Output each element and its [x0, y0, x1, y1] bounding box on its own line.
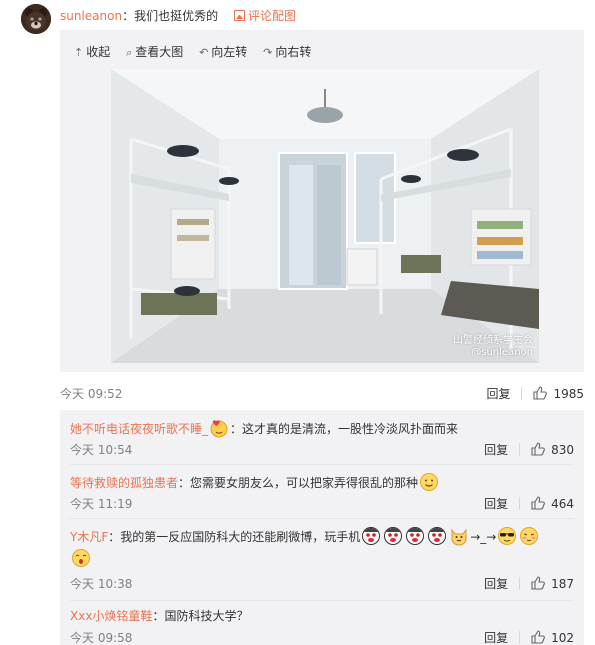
- thumb-up-icon: [531, 442, 545, 456]
- comment-actions: 回复 464: [484, 496, 574, 512]
- comment-text: Y木凡F：我的第一反应国防科大的还能刷微博，玩手机 →_→: [70, 526, 570, 570]
- cat-emoji: [449, 526, 469, 546]
- comment-body: ：国防科技大学？: [152, 609, 249, 623]
- comment-username[interactable]: Y木凡F: [70, 530, 108, 544]
- comment-like-count: 187: [551, 577, 574, 591]
- bear-avatar-icon: [21, 4, 51, 34]
- comment-footer: 今天 09:58 回复 102: [70, 630, 574, 645]
- comment-like-button[interactable]: 187: [531, 576, 574, 592]
- post-like-button[interactable]: 1985: [533, 386, 584, 402]
- rotate-right-icon: ↷: [263, 46, 273, 59]
- doge-emoji: [405, 526, 425, 546]
- post-time: 今天 09:52: [60, 387, 123, 401]
- comment-with-picture-link[interactable]: 评论配图: [233, 9, 296, 23]
- comment-time: 今天 09:58: [70, 631, 133, 645]
- photo-watermark: 山警经侦系学生会 @sunleanon: [453, 335, 533, 359]
- post-colon: ：: [122, 9, 135, 23]
- comment-like-count: 102: [551, 631, 574, 645]
- rotate-left-icon: ↶: [199, 46, 209, 59]
- comment-with-picture-label: 评论配图: [247, 9, 296, 23]
- comment-arrow-text: →_→: [470, 530, 497, 544]
- comment-footer: 今天 10:54 回复 830: [70, 442, 574, 458]
- comment-text: 她不听电话夜夜听歌不睡_ ：这才真的是清流，一股性冷淡风扑面而来: [70, 418, 570, 439]
- comment-like-button[interactable]: 102: [531, 630, 574, 645]
- comment-text: 等待救赎的孤独患者：您需要女朋友么，可以把家弄得很乱的那种: [70, 472, 570, 493]
- post-header: sunleanon：我们也挺优秀的 评论配图: [60, 8, 296, 24]
- image-toolbar: ⇡ 收起 ⌕ 查看大图 ↶ 向左转 ↷ 向右转: [74, 44, 323, 60]
- action-divider: [519, 631, 521, 644]
- blush-emoji: [519, 526, 539, 546]
- comment-actions: 回复 830: [484, 442, 574, 458]
- comment-footer: 今天 10:38 回复 187: [70, 576, 574, 592]
- thumb-up-icon: [531, 630, 545, 644]
- watermark-line1: 山警经侦系学生会: [453, 335, 533, 346]
- comment-body: ：您需要女朋友么，可以把家弄得很乱的那种: [178, 476, 419, 490]
- comment-footer: 今天 11:19 回复 464: [70, 496, 574, 512]
- post-text: 我们也挺优秀的: [134, 9, 219, 23]
- comment-like-button[interactable]: 830: [531, 442, 574, 458]
- comment-divider: [70, 600, 574, 601]
- comment-body: ：我的第一反应国防科大的还能刷微博，玩手机: [108, 530, 361, 544]
- view-large-label: 查看大图: [135, 45, 184, 59]
- comment-reply-button[interactable]: 回复: [484, 496, 508, 512]
- comment-reply-button[interactable]: 回复: [484, 576, 508, 592]
- comment-like-button[interactable]: 464: [531, 496, 574, 512]
- sunglasses-emoji: [497, 526, 517, 546]
- comment-time: 今天 11:19: [70, 497, 133, 511]
- comment-like-count: 830: [551, 443, 574, 457]
- doge-emoji: [361, 526, 381, 546]
- doge-emoji: [383, 526, 403, 546]
- action-divider: [519, 577, 521, 590]
- comment-like-count: 464: [551, 497, 574, 511]
- comment-reply-button[interactable]: 回复: [484, 442, 508, 458]
- rotate-left-button[interactable]: ↶ 向左转: [199, 44, 247, 61]
- watermark-line2: @sunleanon: [471, 347, 533, 358]
- collapse-button[interactable]: ⇡ 收起: [74, 44, 110, 61]
- comment-time: 今天 10:38: [70, 577, 133, 591]
- doge-emoji: [427, 526, 447, 546]
- smile-emoji: [419, 472, 439, 492]
- action-divider: [521, 387, 523, 400]
- rotate-right-label: 向右转: [275, 45, 312, 59]
- comments-panel: 她不听电话夜夜听歌不睡_ ：这才真的是清流，一股性冷淡风扑面而来 今天 10:54…: [60, 410, 584, 645]
- dorm-room-illustration: [111, 69, 539, 363]
- dorm-room-photo[interactable]: 山警经侦系学生会 @sunleanon: [111, 69, 539, 363]
- comment-reply-button[interactable]: 回复: [484, 630, 508, 645]
- rotate-right-button[interactable]: ↷ 向右转: [263, 44, 311, 61]
- user-avatar[interactable]: [21, 4, 51, 34]
- comment-username[interactable]: 等待救赎的孤独患者: [70, 476, 178, 490]
- picture-icon: [233, 10, 245, 21]
- action-divider: [519, 497, 521, 510]
- comment-body: ：这才真的是清流，一股性冷淡风扑面而来: [230, 422, 459, 436]
- post-actions: 回复 1985: [486, 386, 584, 402]
- collapse-label: 收起: [86, 45, 111, 59]
- comment-actions: 回复 102: [484, 630, 574, 645]
- thumb-up-icon: [533, 386, 548, 400]
- thumb-up-icon: [531, 496, 545, 510]
- post-like-count: 1985: [553, 387, 584, 401]
- comment-username[interactable]: Xxx小焕铭童鞋: [70, 609, 152, 623]
- post-username[interactable]: sunleanon: [60, 9, 122, 23]
- action-divider: [519, 443, 521, 456]
- view-large-button[interactable]: ⌕ 查看大图: [126, 44, 183, 61]
- post-reply-button[interactable]: 回复: [486, 386, 510, 402]
- heart-face-emoji: [209, 418, 229, 438]
- comment-time: 今天 10:54: [70, 443, 133, 457]
- collapse-up-icon: ⇡: [74, 46, 84, 59]
- comment-text: Xxx小焕铭童鞋：国防科技大学？: [70, 606, 570, 626]
- love-face-emoji: [71, 548, 91, 568]
- search-icon: ⌕: [126, 46, 133, 59]
- expanded-image-panel: ⇡ 收起 ⌕ 查看大图 ↶ 向左转 ↷ 向右转 山警经侦系学生会 @sunlea…: [60, 30, 584, 372]
- comment-divider: [70, 464, 574, 465]
- rotate-left-label: 向左转: [211, 45, 248, 59]
- comment-divider: [70, 518, 574, 519]
- comment-actions: 回复 187: [484, 576, 574, 592]
- thumb-up-icon: [531, 576, 545, 590]
- comment-username[interactable]: 她不听电话夜夜听歌不睡_: [70, 422, 208, 436]
- post-footer: 今天 09:52 回复 1985: [60, 386, 584, 402]
